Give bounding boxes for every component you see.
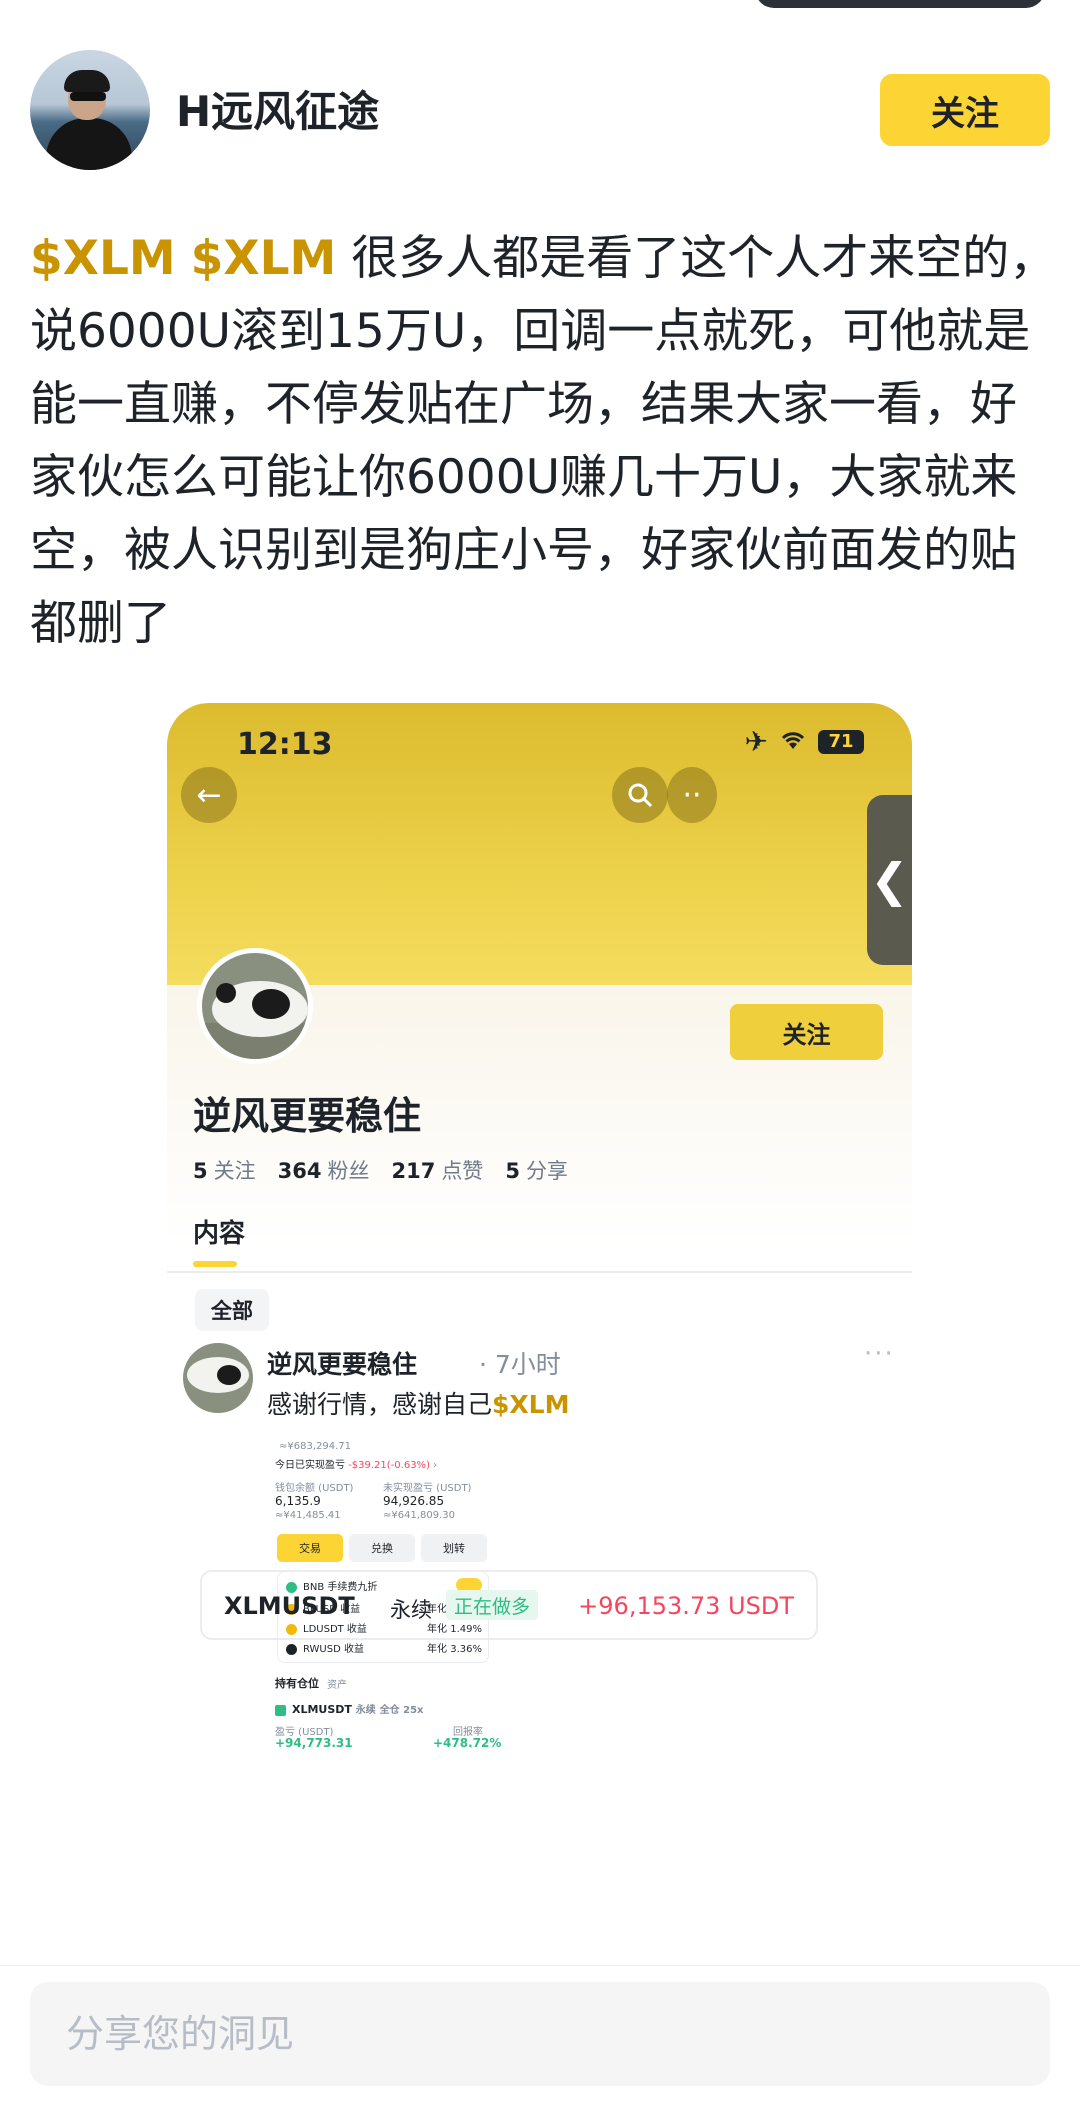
back-arrow-icon[interactable]: ←: [181, 767, 237, 823]
transfer-button: 划转: [421, 1534, 487, 1562]
filter-chip-all[interactable]: 全部: [195, 1289, 269, 1331]
profile-stats: 5 关注 364 粉丝 217 点赞 5 分享: [193, 1155, 568, 1185]
coin-tag-link[interactable]: $XLM: [492, 1390, 569, 1419]
status-icons: ✈ 71: [745, 725, 864, 758]
convert-button: 兑换: [349, 1534, 415, 1562]
position-card[interactable]: XLMUSDT 永续 正在做多 +96,153.73 USDT: [200, 1570, 818, 1640]
more-icon[interactable]: ··: [667, 767, 717, 823]
post-text: $XLM $XLM 很多人都是看了这个人才来空的，说6000U滚到15万U，回调…: [30, 222, 1060, 660]
attached-screenshot[interactable]: 12:13 ✈ 71 ← ·· ❮ 关注 逆风更要稳住 5 关注 364 粉丝 21…: [167, 703, 912, 1965]
follow-button[interactable]: 关注: [880, 74, 1050, 146]
wifi-icon: [780, 725, 806, 758]
top-status-pill: [755, 0, 1045, 8]
stat-following[interactable]: 5 关注: [193, 1155, 256, 1185]
wallet-screenshot: ≈¥683,294.71 今日已实现盈亏 -$39.21(-0.63%) › 钱…: [267, 1441, 577, 1861]
airplane-icon: ✈: [744, 725, 768, 758]
tab-content[interactable]: 内容: [193, 1213, 245, 1250]
tab-indicator: [193, 1261, 237, 1267]
feed-post-time: · 7小时: [479, 1350, 561, 1379]
feed-post-body: 感谢行情，感谢自己$XLM: [267, 1390, 570, 1419]
stat-followers[interactable]: 364 粉丝: [278, 1155, 370, 1185]
author-name[interactable]: H远风征途: [176, 78, 379, 139]
stat-shares: 5 分享: [505, 1159, 568, 1183]
post-body: 很多人都是看了这个人才来空的，说6000U滚到15万U，回调一点就死，可他就是能…: [30, 231, 1057, 651]
profile-follow-button[interactable]: 关注: [730, 1004, 883, 1060]
more-options-icon[interactable]: ···: [864, 1339, 895, 1369]
battery-icon: 71: [818, 729, 864, 754]
profile-name: 逆风更要稳住: [193, 1094, 422, 1138]
trade-button: 交易: [277, 1534, 343, 1562]
comment-input[interactable]: [30, 1982, 1050, 2086]
coin-tag-link[interactable]: $XLM: [191, 231, 337, 286]
search-icon[interactable]: [612, 767, 668, 823]
profile-avatar: [197, 948, 313, 1064]
status-badge: 正在做多: [446, 1590, 539, 1620]
position-pnl: +96,153.73 USDT: [578, 1592, 794, 1620]
coin-tag-link[interactable]: $XLM: [30, 231, 176, 286]
status-time: 12:13: [237, 727, 333, 762]
stat-likes: 217 点赞: [391, 1159, 484, 1183]
author-avatar[interactable]: [30, 50, 150, 170]
side-collapse-tab[interactable]: ❮: [867, 795, 912, 965]
feed-post-author[interactable]: 逆风更要稳住: [267, 1345, 417, 1381]
feed-post-avatar[interactable]: [183, 1343, 253, 1413]
